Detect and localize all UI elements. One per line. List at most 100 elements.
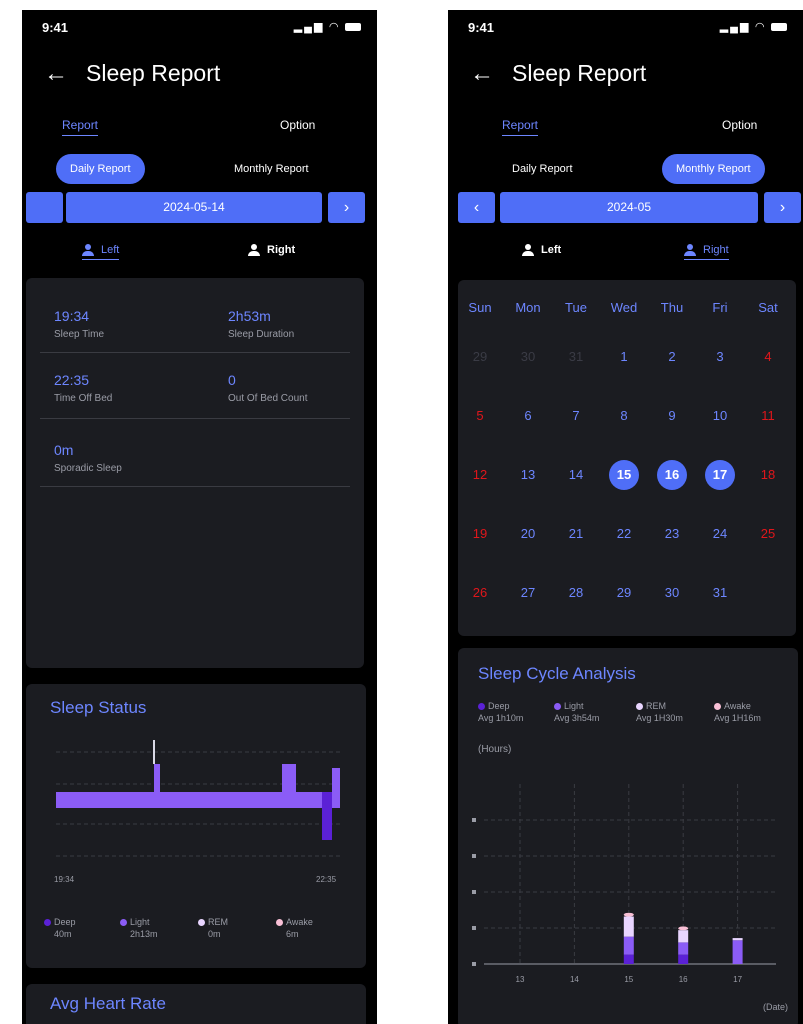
side-tab-left-label: Left — [541, 244, 562, 256]
chevron-left-icon: ‹ — [473, 199, 480, 216]
calendar-day[interactable]: 29 — [609, 578, 639, 608]
calendar-day[interactable]: 31 — [561, 342, 591, 372]
sleep-cycle-chart: 13 14 15 16 17 (Date) — [472, 784, 788, 1012]
monthly-report-button[interactable]: Monthly Report — [220, 154, 323, 184]
sleep-light-band — [282, 764, 296, 808]
date-display[interactable]: 2024-05-14 — [66, 192, 322, 223]
sleep-status-chart: 19:34 22:35 — [54, 740, 342, 884]
calendar-day[interactable]: 1 — [609, 342, 639, 372]
side-tab-left[interactable]: Left — [82, 244, 120, 261]
calendar-day[interactable]: 12 — [465, 460, 495, 490]
x-tick-label: 16 — [679, 975, 688, 984]
tab-option[interactable]: Option — [722, 118, 757, 132]
calendar-day[interactable]: 19 — [465, 519, 495, 549]
calendar-day[interactable]: 16 — [657, 460, 687, 490]
calendar-day[interactable]: 6 — [513, 401, 543, 431]
legend-name: Light — [130, 917, 150, 927]
calendar-day[interactable]: 9 — [657, 401, 687, 431]
sleep-light-band — [154, 764, 160, 808]
calendar-day[interactable]: 13 — [513, 460, 543, 490]
bar-segment-deep — [623, 954, 634, 964]
stat-label: Out Of Bed Count — [228, 393, 308, 404]
calendar-day[interactable]: 5 — [465, 401, 495, 431]
calendar-day[interactable]: 11 — [753, 401, 783, 431]
calendar-day[interactable]: 25 — [753, 519, 783, 549]
calendar-day[interactable]: 29 — [465, 342, 495, 372]
side-tab-left-label: Left — [101, 244, 120, 256]
x-tick-label: 15 — [624, 975, 633, 984]
sleep-light-band — [296, 792, 322, 808]
side-tab-right[interactable]: Right — [684, 244, 729, 261]
monthly-report-screen: 9:41 ▂▄▆ ◠ ← Sleep Report Report Option … — [448, 10, 803, 1024]
person-icon — [684, 244, 698, 257]
page-title: Sleep Report — [86, 60, 221, 86]
calendar-day[interactable]: 10 — [705, 401, 735, 431]
tab-report[interactable]: Report — [502, 118, 539, 136]
calendar-day[interactable]: 30 — [657, 578, 687, 608]
calendar-day[interactable]: 27 — [513, 578, 543, 608]
legend-name: Deep — [488, 701, 510, 711]
next-date-button[interactable]: › — [328, 192, 365, 223]
calendar-day[interactable]: 17 — [705, 460, 735, 490]
legend-name: REM — [208, 917, 228, 927]
side-tab-left[interactable]: Left — [522, 244, 562, 257]
legend-dot — [120, 919, 127, 927]
avg-heart-rate-card: Avg Heart Rate — [26, 984, 366, 1024]
prev-date-button[interactable] — [26, 192, 63, 223]
calendar-day[interactable]: 22 — [609, 519, 639, 549]
calendar-day[interactable]: 3 — [705, 342, 735, 372]
back-arrow-icon[interactable]: ← — [44, 60, 68, 88]
calendar-day[interactable]: 28 — [561, 578, 591, 608]
next-month-button[interactable]: › — [764, 192, 801, 223]
legend-avg: Avg 1h10m — [478, 713, 524, 723]
calendar-day[interactable]: 4 — [753, 342, 783, 372]
calendar-day[interactable]: 15 — [609, 460, 639, 490]
back-arrow-icon[interactable]: ← — [470, 60, 494, 88]
chevron-right-icon: › — [779, 199, 786, 216]
bar-segment-rem — [732, 938, 743, 941]
sleep-deep-dip — [322, 792, 332, 840]
daily-report-button[interactable]: Daily Report — [56, 154, 145, 184]
sleep-cycle-card: Sleep Cycle Analysis Deep Avg 1h10m Light… — [458, 648, 798, 1024]
tab-option[interactable]: Option — [280, 118, 315, 132]
side-tab-right[interactable]: Right — [248, 244, 295, 257]
prev-month-button[interactable]: ‹ — [458, 192, 495, 223]
status-icons: ▂▄▆ ◠ — [294, 20, 361, 33]
calendar-day[interactable]: 30 — [513, 342, 543, 372]
x-tick-label: 13 — [516, 975, 525, 984]
calendar-day[interactable]: 31 — [705, 578, 735, 608]
monthly-report-button[interactable]: Monthly Report — [662, 154, 765, 184]
calendar-day[interactable]: 26 — [465, 578, 495, 608]
calendar-day[interactable]: 2 — [657, 342, 687, 372]
calendar-day[interactable]: 7 — [561, 401, 591, 431]
legend-avg: Avg 3h54m — [554, 713, 600, 723]
stat-label: Sleep Time — [54, 329, 105, 340]
sleep-stats-card: 19:34 Sleep Time 2h53m Sleep Duration 22… — [26, 278, 364, 668]
month-display[interactable]: 2024-05 — [500, 192, 758, 223]
calendar-day[interactable]: 18 — [753, 460, 783, 490]
calendar-day[interactable]: 24 — [705, 519, 735, 549]
bar-segment-rem — [623, 916, 634, 937]
stat-sporadic-sleep: 0m Sporadic Sleep — [54, 442, 122, 474]
daily-report-button[interactable]: Daily Report — [498, 154, 587, 184]
weekday-label: Fri — [712, 300, 728, 315]
legend-dot — [714, 703, 721, 711]
signal-icon: ▂▄▆ — [719, 21, 751, 33]
calendar-day[interactable]: 21 — [561, 519, 591, 549]
calendar-day[interactable]: 8 — [609, 401, 639, 431]
weekday-label: Sun — [468, 300, 492, 315]
person-icon — [522, 244, 536, 257]
cycle-legend-rem: REM Avg 1H30m — [636, 700, 683, 724]
calendar-day[interactable]: 14 — [561, 460, 591, 490]
calendar-day[interactable]: 23 — [657, 519, 687, 549]
tab-report[interactable]: Report — [62, 118, 99, 136]
stat-sleep-time: 19:34 Sleep Time — [54, 308, 104, 340]
legend-dot — [554, 703, 561, 711]
calendar-day[interactable]: 20 — [513, 519, 543, 549]
bar-segment-light — [732, 940, 743, 964]
sleep-cycle-title: Sleep Cycle Analysis — [478, 664, 636, 683]
legend-dot — [478, 703, 485, 711]
calendar-card: Sun Mon Tue Wed Thu Fri Sat 29 30 31 1 2 3 4 5 6… — [458, 280, 796, 636]
weekday-label: Mon — [515, 300, 541, 315]
legend-rem: REM 0m — [198, 916, 228, 940]
